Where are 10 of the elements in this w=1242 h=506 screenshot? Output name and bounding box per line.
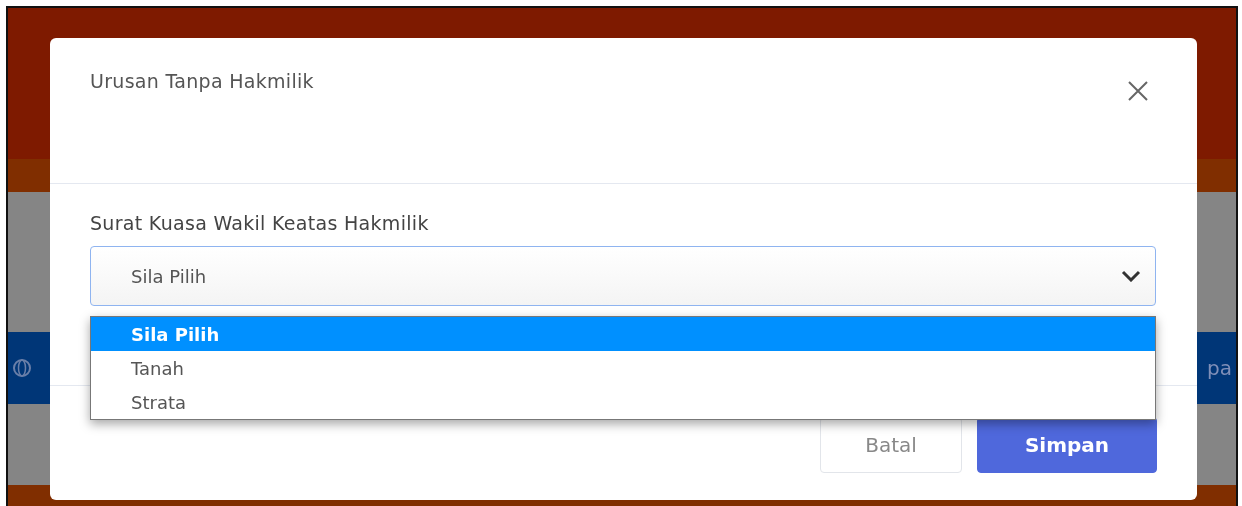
dialog-title: Urusan Tanpa Hakmilik xyxy=(90,70,314,92)
banner-text: pa xyxy=(1207,356,1232,380)
cancel-button[interactable]: Batal xyxy=(820,417,962,473)
select-field[interactable]: Sila Pilih xyxy=(90,246,1156,306)
dropdown-option[interactable]: Strata xyxy=(91,385,1155,419)
dropdown-option[interactable]: Tanah xyxy=(91,351,1155,385)
chevron-down-icon xyxy=(1121,270,1141,282)
globe-icon xyxy=(12,358,32,378)
save-button[interactable]: Simpan xyxy=(977,417,1157,473)
field-label: Surat Kuasa Wakil Keatas Hakmilik xyxy=(90,212,430,234)
